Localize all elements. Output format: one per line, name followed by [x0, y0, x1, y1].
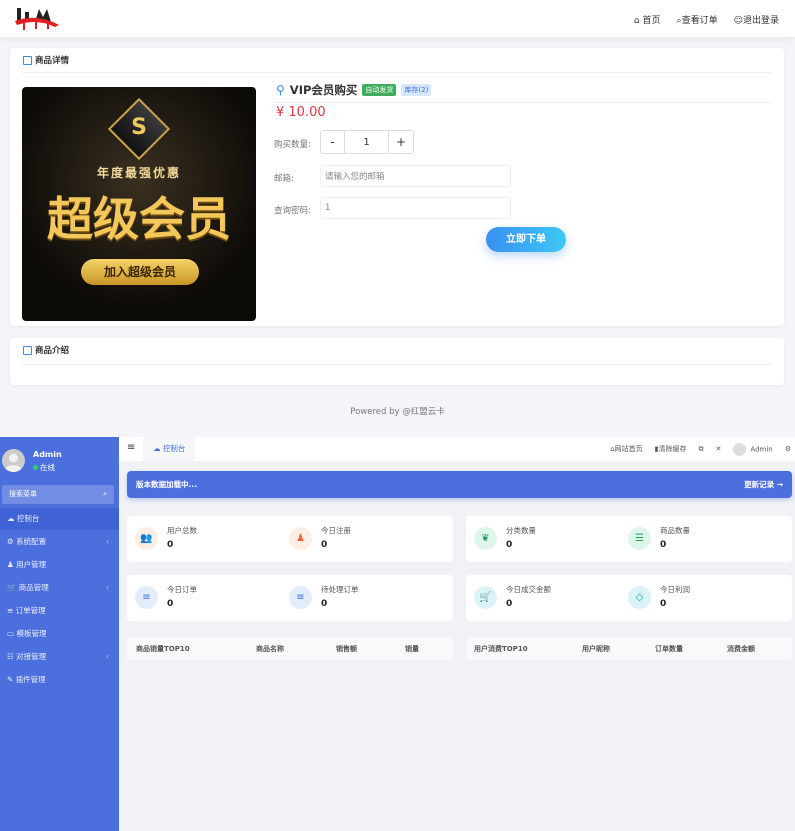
qty-input[interactable]: 1 [345, 131, 389, 153]
fullscreen-icon[interactable]: ✕ [716, 445, 722, 453]
powered-by: Powered by @红盟云卡 [350, 407, 445, 417]
clear-cache-button[interactable]: ▮清除缓存 [655, 444, 687, 454]
qty-minus-button[interactable]: - [321, 131, 345, 153]
chevron-left-icon: ‹ [106, 583, 109, 592]
stat-item: ≡ 待处理订单 0 [281, 575, 441, 621]
sidebar-item-2[interactable]: ♟ 用户管理 [0, 554, 119, 576]
stat-item: ❦ 分类数量 0 [466, 516, 626, 562]
bag-icon [23, 55, 32, 65]
user-icon: ♟ [289, 527, 312, 550]
home-icon: ⌂ [633, 16, 640, 26]
gear-icon: ⚙ [7, 537, 14, 546]
qty-plus-button[interactable]: + [389, 131, 413, 153]
stat-item: ≡ 今日订单 0 [127, 575, 287, 621]
avatar [733, 442, 747, 456]
translate-icon[interactable]: ⧉ [699, 445, 704, 454]
cart-icon: 🛒 [7, 583, 17, 592]
bookmark-icon [23, 345, 32, 355]
chevron-left-icon: ‹ [106, 537, 109, 546]
users-icon: 👥 [135, 527, 158, 550]
diamond-icon: ◇ [628, 586, 651, 609]
price: ¥ 10.00 [276, 105, 326, 120]
divider [22, 72, 772, 73]
online-status: 在线 [33, 462, 55, 473]
stat-item: ♟ 今日注册 0 [281, 516, 441, 562]
top-users-table-header: 用户消费TOP10 用户昵称 订单数量 消费金额 [466, 637, 792, 660]
cart-icon: 🛒 [474, 586, 497, 609]
changelog-link[interactable]: 更新记录 → [744, 471, 783, 498]
sidebar-item-6[interactable]: ☷ 对接管理 ‹ [0, 646, 119, 668]
dashboard-icon: ☁ [7, 514, 15, 523]
logo[interactable] [15, 7, 59, 31]
query-password-field[interactable]: 1 [320, 197, 511, 219]
menu-toggle-icon[interactable]: ≡ [127, 442, 135, 453]
chevron-left-icon: ‹ [106, 652, 109, 661]
rocket-icon: ⚲ [276, 83, 285, 97]
product-intro-card: 商品介绍 [10, 338, 784, 385]
sidebar-item-1[interactable]: ⚙ 系统配置 ‹ [0, 531, 119, 553]
nav-orders[interactable]: ⌕查看订单 [677, 13, 718, 26]
product-image: S 年度最强优惠 超级会员 加入超级会员 [22, 87, 256, 321]
sidebar-item-5[interactable]: ▭ 模板管理 [0, 623, 119, 645]
stat-item: 👥 用户总数 0 [127, 516, 287, 562]
version-banner: 版本数据加载中... 更新记录 → [127, 471, 792, 498]
section-title: 商品介绍 [35, 346, 70, 356]
leaf-icon: ❦ [474, 527, 497, 550]
admin-dashboard: Admin 在线 搜索菜单 ⌕ ☁ 控制台 ⚙ 系统配置 ‹ ♟ 用户管理 🛒 商品管理 ‹… [0, 437, 795, 831]
site-home-link[interactable]: ⌂网站首页 [610, 444, 642, 454]
menu-search-input[interactable]: 搜索菜单 ⌕ [2, 485, 114, 504]
sidebar-item-4[interactable]: ≡ 订单管理 [0, 600, 119, 622]
product-detail-card: 商品详情 S 年度最强优惠 超级会员 加入超级会员 ⚲ VIP会员购买 自动发货… [10, 48, 784, 326]
user-menu[interactable]: Admin [733, 442, 773, 456]
user-icon: ☺ [733, 16, 743, 26]
buy-now-button[interactable]: 立即下单 [486, 227, 566, 252]
sidebar-item-3[interactable]: 🛒 商品管理 ‹ [0, 577, 119, 599]
auto-delivery-badge: 自动发货 [362, 84, 397, 96]
stat-item: ☰ 商品数量 0 [620, 516, 780, 562]
tab-dashboard[interactable]: ☁ 控制台 [143, 437, 196, 461]
nav-logout[interactable]: ☺退出登录 [734, 13, 779, 26]
site-header: ⌂ 首页 ⌕查看订单 ☺退出登录 [0, 0, 795, 37]
nav-home[interactable]: ⌂ 首页 [634, 13, 661, 26]
list-icon: ☰ [628, 527, 651, 550]
product-name: VIP会员购买 [289, 83, 358, 97]
section-title: 商品详情 [35, 56, 70, 66]
stat-item: ◇ 今日利润 0 [620, 575, 780, 621]
stat-item: 🛒 今日成交金额 0 [466, 575, 626, 621]
sidebar-item-7[interactable]: ✎ 插件管理 [0, 669, 119, 691]
stock-badge: 库存(2) [401, 84, 432, 96]
list-icon: ≡ [135, 586, 158, 609]
dashboard-icon: ☁ [153, 444, 161, 453]
template-icon: ▭ [7, 629, 15, 638]
quantity-stepper: - 1 + [320, 130, 414, 154]
list-icon: ≡ [289, 586, 312, 609]
avatar [2, 449, 25, 472]
email-field[interactable]: 请输入您的邮箱 [320, 165, 511, 187]
search-icon[interactable]: ⌕ [103, 485, 107, 504]
top-bar: ≡ ☁ 控制台 ⌂网站首页 ▮清除缓存 ⧉ ✕ Admin ⚙ [119, 437, 795, 461]
sidebar: Admin 在线 搜索菜单 ⌕ ☁ 控制台 ⚙ 系统配置 ‹ ♟ 用户管理 🛒 商品管理 ‹… [0, 437, 119, 831]
top-products-table-header: 商品销量TOP10 商品名称 销售额 销量 [127, 637, 453, 660]
user-icon: ♟ [7, 560, 14, 569]
settings-icon[interactable]: ⚙ [785, 445, 791, 453]
sliders-icon: ☷ [7, 652, 14, 661]
list-icon: ≡ [7, 606, 14, 615]
plugin-icon: ✎ [7, 675, 14, 684]
sidebar-item-0[interactable]: ☁ 控制台 [0, 508, 119, 530]
